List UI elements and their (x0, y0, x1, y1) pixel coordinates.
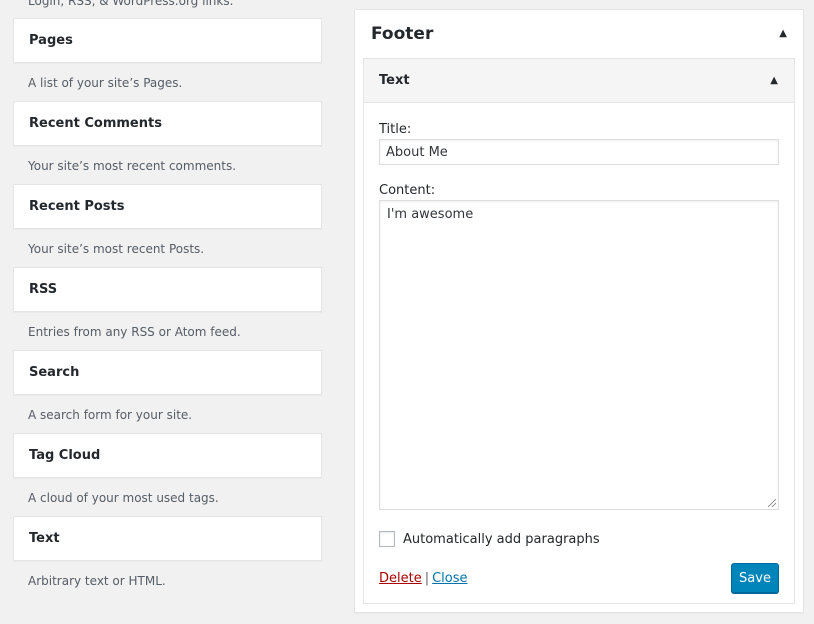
available-widget-recent-posts[interactable]: Recent Posts Your site’s most recent Pos… (13, 184, 322, 256)
content-text: I'm awesome (387, 207, 474, 222)
widget-title[interactable]: Recent Posts (13, 184, 322, 229)
content-label: Content: (379, 183, 436, 198)
resize-handle-icon[interactable] (768, 499, 776, 507)
widget-description: Your site’s most recent comments. (28, 159, 237, 173)
widget-title[interactable]: Recent Comments (13, 101, 322, 146)
save-button[interactable]: Save (731, 563, 779, 593)
widget-editor-header[interactable]: Text ▲ (364, 59, 794, 103)
available-widget-rss[interactable]: RSS Entries from any RSS or Atom feed. (13, 267, 322, 339)
widget-description: Your site’s most recent Posts. (28, 242, 205, 256)
widget-form: Title: About Me Content: I'm awesome Aut… (364, 122, 794, 593)
available-widget-search[interactable]: Search A search form for your site. (13, 350, 322, 422)
available-widget-tag-cloud[interactable]: Tag Cloud A cloud of your most used tags… (13, 433, 322, 505)
widget-description-partial: Login, RSS, & WordPress.org links. (28, 0, 234, 8)
widget-title[interactable]: Pages (13, 18, 322, 63)
title-label: Title: (379, 122, 412, 137)
title-input[interactable]: About Me (379, 139, 779, 165)
sidebar-header[interactable]: Footer ▲ (355, 10, 803, 58)
auto-paragraphs-checkbox[interactable] (379, 531, 395, 547)
available-widget-text[interactable]: Text Arbitrary text or HTML. (13, 516, 322, 588)
auto-paragraphs-label[interactable]: Automatically add paragraphs (403, 532, 600, 547)
widget-title[interactable]: Search (13, 350, 322, 395)
available-widget-recent-comments[interactable]: Recent Comments Your site’s most recent … (13, 101, 322, 173)
widget-control-links: Delete | Close (379, 571, 468, 586)
widget-actions: Delete | Close Save (379, 563, 779, 593)
available-widget-pages[interactable]: Pages A list of your site’s Pages. (13, 18, 322, 90)
widget-description: A search form for your site. (28, 408, 193, 422)
widget-description: A cloud of your most used tags. (28, 491, 219, 505)
widget-title[interactable]: RSS (13, 267, 322, 312)
caret-up-icon[interactable]: ▲ (779, 29, 787, 39)
auto-paragraphs-row: Automatically add paragraphs (379, 531, 779, 547)
widget-title[interactable]: Text (13, 516, 322, 561)
text-widget-editor: Text ▲ Title: About Me Content: I'm awes… (363, 58, 795, 604)
sidebar-title: Footer (371, 24, 434, 44)
widget-description: A list of your site’s Pages. (28, 76, 183, 90)
content-textarea[interactable]: I'm awesome (379, 200, 779, 510)
widget-editor-title: Text (379, 73, 410, 88)
delete-link[interactable]: Delete (379, 571, 422, 586)
widget-description: Arbitrary text or HTML. (28, 574, 166, 588)
link-separator: | (424, 570, 430, 586)
widget-title[interactable]: Tag Cloud (13, 433, 322, 478)
widget-description: Entries from any RSS or Atom feed. (28, 325, 241, 339)
caret-up-icon[interactable]: ▲ (770, 75, 778, 86)
close-link[interactable]: Close (432, 571, 467, 586)
sidebar-footer: Footer ▲ Text ▲ Title: About Me Content:… (354, 9, 804, 613)
